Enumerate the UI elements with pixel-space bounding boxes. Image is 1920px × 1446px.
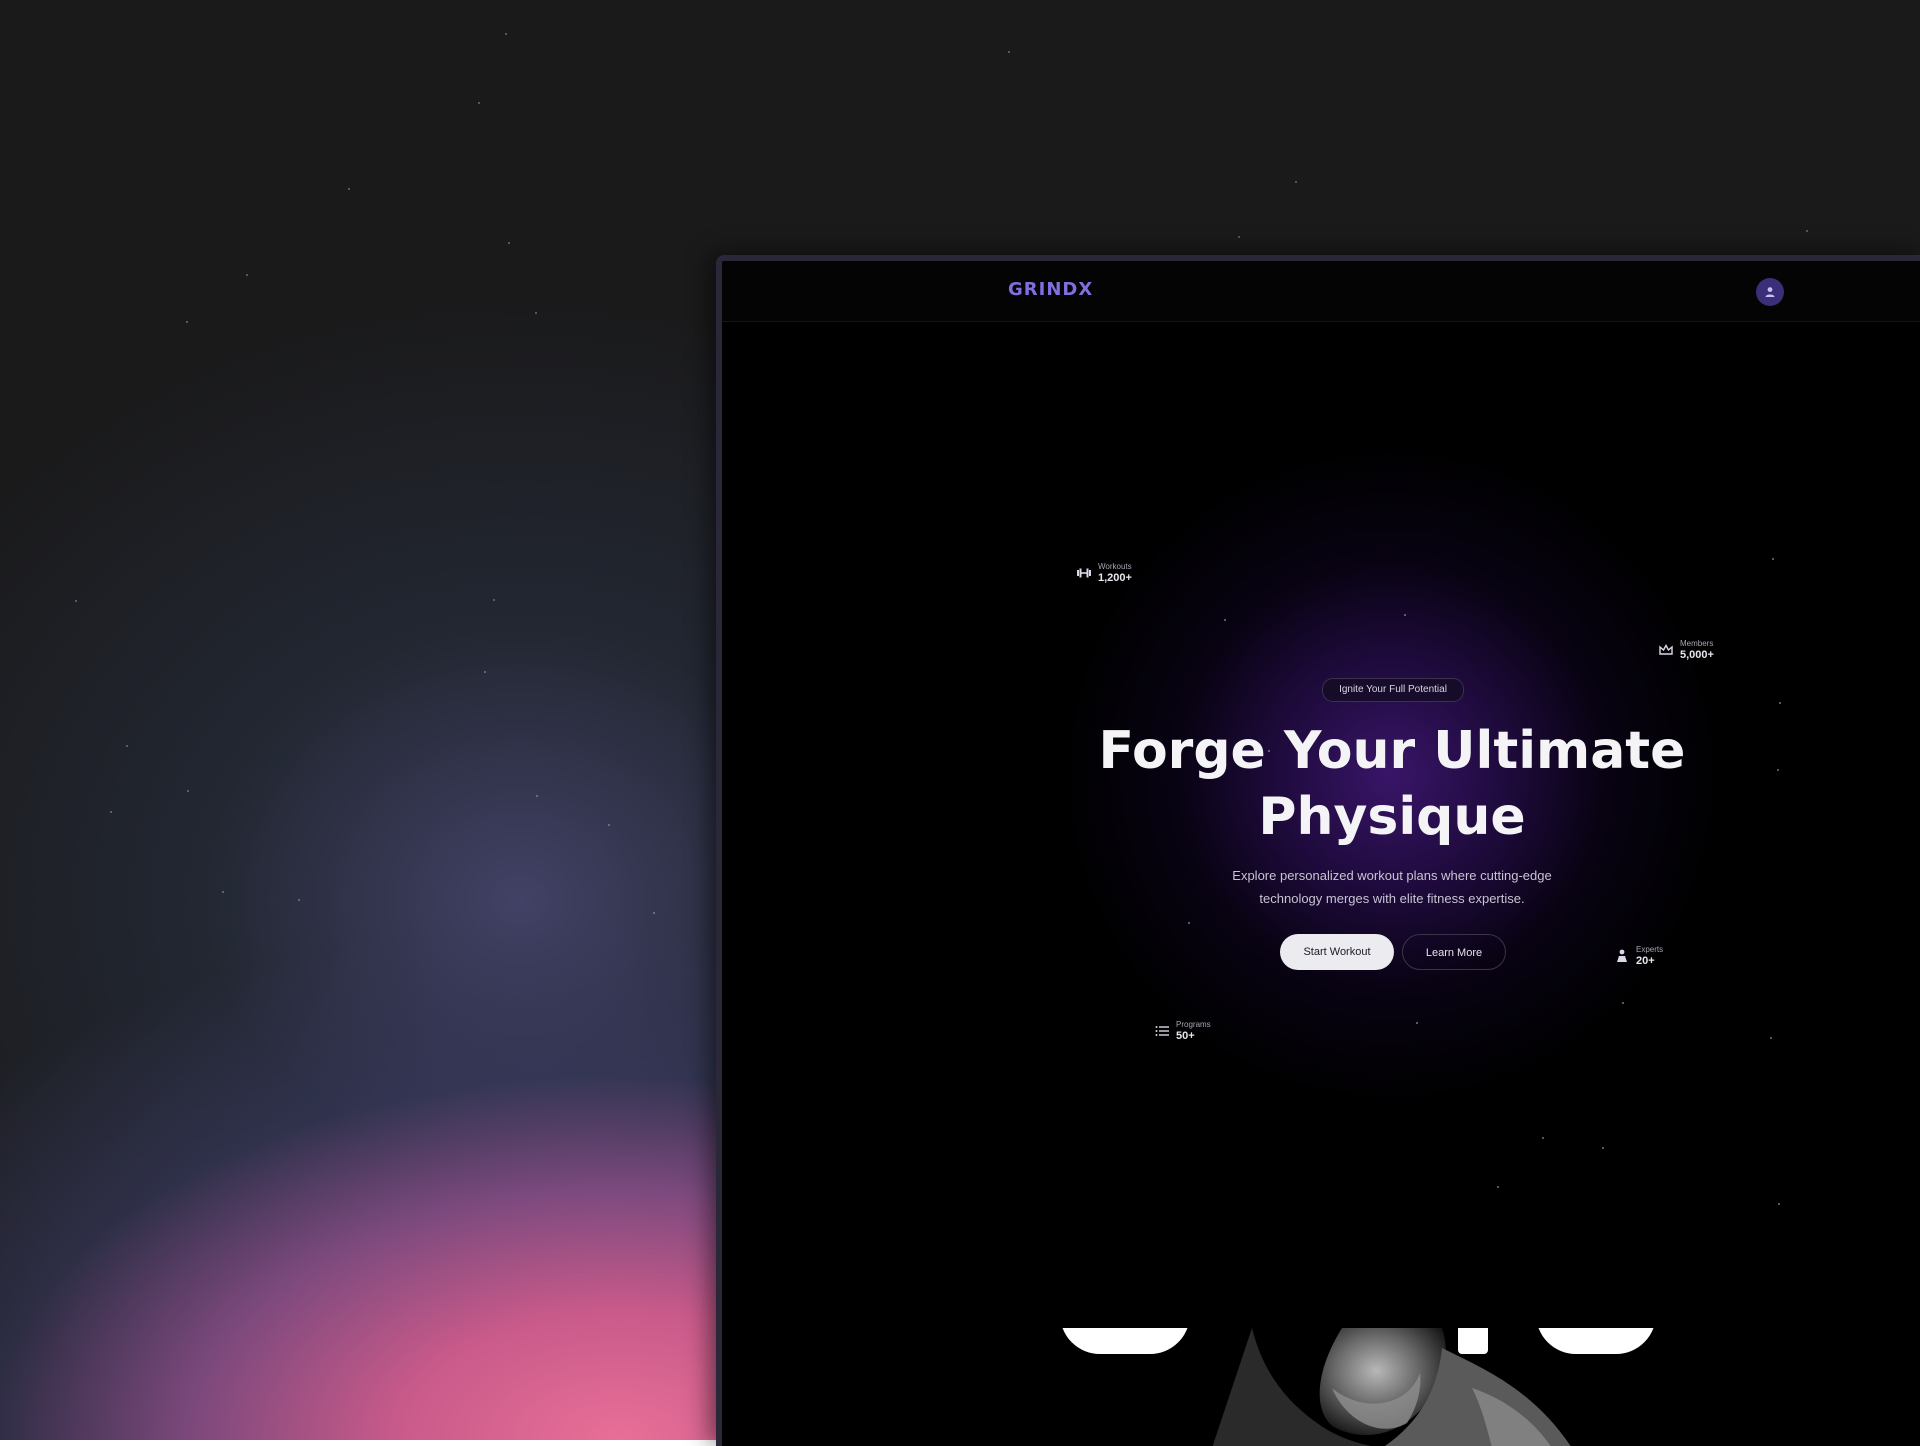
headline-line: Physique [1258,787,1526,847]
athlete-image [1152,1328,1652,1446]
list-icon [1154,1023,1170,1039]
headline-line: Forge Your Ultimate [1098,721,1686,781]
tagline-badge: Ignite Your Full Potential [1322,678,1464,702]
star [536,795,538,797]
subtext-line: Explore personalized workout plans where… [1232,868,1552,883]
sparkle [1404,614,1406,616]
star [348,188,350,190]
star [608,824,610,826]
sparkle [1497,1186,1499,1188]
hero-section: Ignite Your Full Potential Forge Your Ul… [722,322,1920,1322]
stat-label: Programs [1176,1020,1211,1029]
browser-window: GRINDX Ignite Your Full Potential Forge … [716,255,1920,1446]
star [1295,181,1297,183]
user-icon [1764,286,1776,298]
dumbbell-icon [1076,565,1092,581]
sparkle [1778,1203,1780,1205]
stat-label: Members [1680,639,1714,648]
star [478,102,480,104]
stat-label: Workouts [1098,562,1132,571]
star [246,274,248,276]
star [110,811,112,813]
stat-value: 1,200+ [1098,572,1132,584]
sparkle [1622,1002,1624,1004]
sparkle [1770,1037,1772,1039]
feature-section [722,1328,1920,1446]
stat-experts: Experts 20+ [1614,944,1663,968]
navbar: GRINDX [722,261,1920,322]
sparkle [1416,1022,1418,1024]
sparkle [1602,1147,1604,1149]
star [186,321,188,323]
crown-icon [1658,642,1674,658]
star [75,600,77,602]
brand-logo[interactable]: GRINDX [1008,279,1093,300]
star [484,671,486,673]
stat-label: Experts [1636,945,1664,954]
star [653,912,655,914]
star [222,891,224,893]
star [535,312,537,314]
star [1806,230,1808,232]
star [187,790,189,792]
profile-button[interactable] [1756,278,1784,306]
sparkle [1772,558,1774,560]
stat-value: 20+ [1636,955,1655,967]
stat-workouts: Workouts 1,200+ [1076,561,1132,585]
start-workout-button[interactable]: Start Workout [1280,934,1394,970]
sparkle [1188,922,1190,924]
stat-programs: Programs 50+ [1154,1019,1211,1043]
trainer-icon [1614,948,1630,964]
learn-more-button[interactable]: Learn More [1402,934,1506,970]
hero-subtext: Explore personalized workout plans where… [1212,864,1572,910]
sparkle [1777,769,1779,771]
sparkle [1779,702,1781,704]
star [1008,51,1010,53]
stat-value: 50+ [1176,1030,1195,1042]
star [505,33,507,35]
star [508,242,510,244]
sparkle [1224,619,1226,621]
stat-members: Members 5,000+ [1658,638,1714,662]
subtext-line: technology merges with elite fitness exp… [1259,891,1525,906]
stat-value: 5,000+ [1680,649,1714,661]
star [1238,236,1240,238]
star [298,899,300,901]
sparkle [1542,1137,1544,1139]
star [126,745,128,747]
hero-headline: Forge Your Ultimate Physique [1082,718,1702,850]
star [493,599,495,601]
